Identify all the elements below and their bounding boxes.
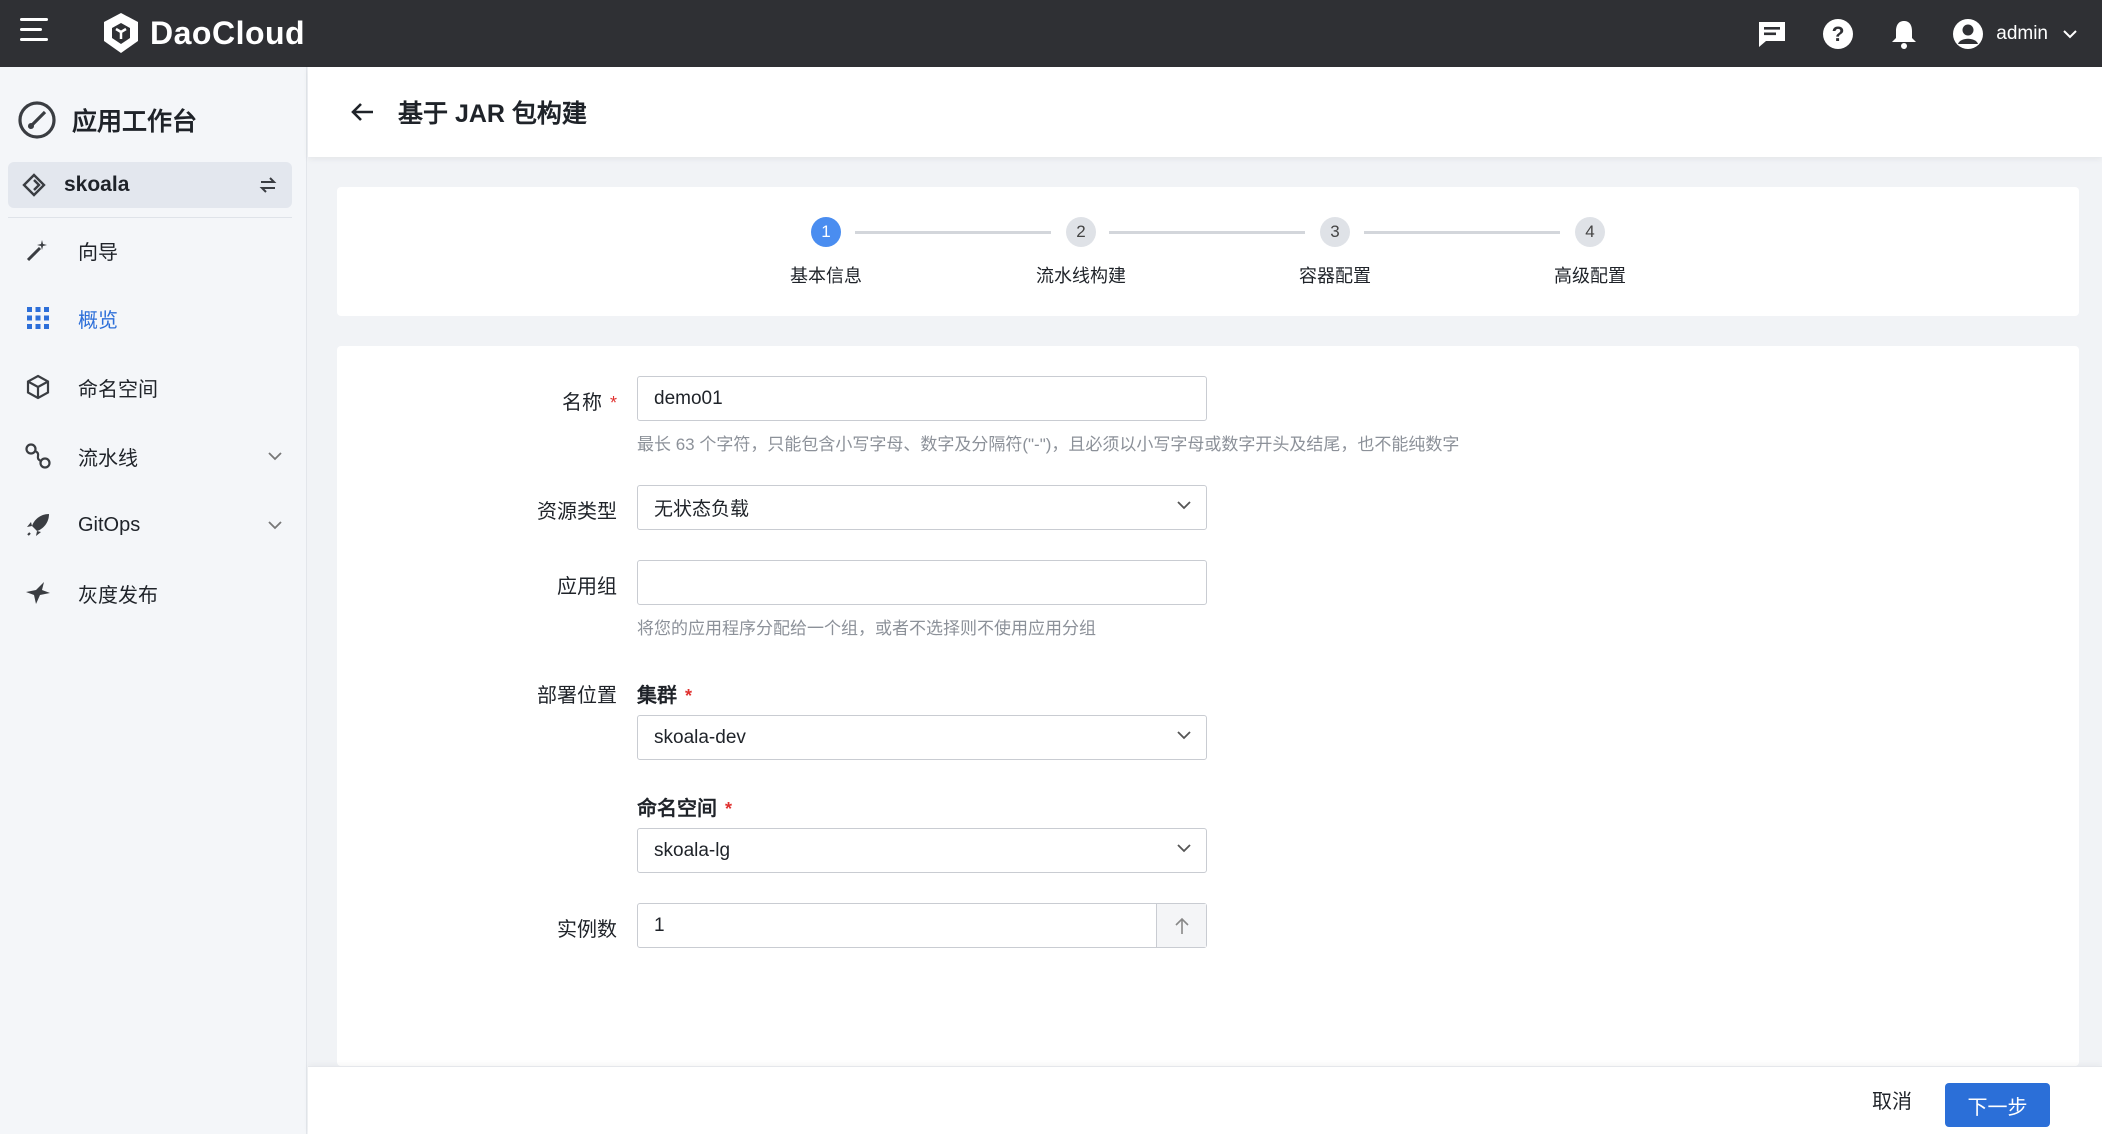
namespace-select[interactable]: skoala-lg: [637, 828, 1207, 873]
sidebar-divider: [8, 217, 292, 218]
grid-icon: [24, 304, 52, 332]
namespace-label-text: 命名空间: [637, 798, 717, 820]
sidebar-item-label: GitOps: [78, 513, 141, 536]
workspace-icon: [22, 173, 46, 197]
resource-type-label: 资源类型: [537, 501, 617, 523]
sidebar-item-wizard[interactable]: 向导: [0, 222, 307, 278]
logo-icon: [104, 13, 138, 53]
namespace-value: skoala-lg: [654, 839, 731, 861]
top-bar: DaoCloud ? admin: [0, 0, 2102, 67]
brand-name: DaoCloud: [150, 14, 306, 51]
step-number: 2: [1066, 217, 1096, 247]
sidebar: 应用工作台 skoala 向导 概览 命名空间 流水线 GitOps 灰度发布: [0, 67, 307, 1134]
rocket-icon: [24, 511, 52, 539]
replicas-label: 实例数: [557, 919, 617, 941]
step-advanced-config: 4 高级配置: [1490, 217, 1690, 288]
sidebar-item-label: 灰度发布: [78, 584, 158, 607]
user-name: admin: [1996, 22, 2048, 44]
step-title: 容器配置: [1299, 266, 1371, 286]
workspace-switcher[interactable]: skoala: [8, 162, 292, 208]
workspace-name: skoala: [64, 173, 130, 196]
sidebar-item-label: 概览: [78, 309, 118, 332]
message-icon[interactable]: [1754, 16, 1790, 52]
cancel-button[interactable]: 取消: [1872, 1085, 1912, 1114]
required-mark: *: [609, 393, 617, 413]
sidebar-item-canary[interactable]: 灰度发布: [0, 565, 307, 621]
cluster-select[interactable]: skoala-dev: [637, 715, 1207, 760]
app-group-label: 应用组: [557, 576, 617, 598]
name-hint: 最长 63 个字符，只能包含小写字母、数字及分隔符("-")，且必须以小写字母或…: [637, 435, 1460, 454]
required-mark: *: [725, 799, 733, 819]
bird-icon: [24, 579, 52, 607]
step-progress: 1 基本信息 2 流水线构建 3 容器配置 4 高级配置: [337, 187, 2079, 316]
resource-type-value: 无状态负载: [654, 499, 750, 520]
cluster-label: 集群 *: [637, 679, 692, 708]
chevron-down-icon: [268, 521, 282, 530]
sidebar-item-overview[interactable]: 概览: [0, 290, 307, 346]
user-avatar-icon: [1953, 18, 1984, 49]
step-title: 基本信息: [790, 266, 862, 286]
next-button[interactable]: 下一步: [1945, 1083, 2050, 1127]
name-label: 名称 *: [457, 386, 617, 415]
step-pipeline-build: 2 流水线构建: [981, 217, 1181, 288]
bell-icon[interactable]: [1886, 16, 1922, 52]
app-title: 应用工作台: [16, 99, 197, 141]
increment-button[interactable]: [1156, 904, 1206, 947]
sidebar-item-gitops[interactable]: GitOps: [0, 497, 307, 553]
name-label-text: 名称: [561, 392, 602, 414]
app-group-input[interactable]: [637, 560, 1207, 605]
step-container-config: 3 容器配置: [1235, 217, 1435, 288]
app-title-text: 应用工作台: [72, 108, 198, 136]
svg-text:?: ?: [1832, 23, 1845, 46]
replicas-stepper[interactable]: 1: [637, 903, 1207, 948]
cube-icon: [24, 373, 52, 401]
chevron-down-icon: [1177, 501, 1191, 510]
step-title: 高级配置: [1554, 266, 1626, 286]
form-footer: 取消 下一步: [308, 1066, 2102, 1134]
workbench-icon: [18, 101, 56, 139]
chevron-down-icon: [1177, 731, 1191, 740]
menu-icon[interactable]: [20, 18, 52, 48]
app-group-hint: 将您的应用程序分配给一个组，或者不选择则不使用应用分组: [637, 619, 1096, 638]
brand-logo[interactable]: DaoCloud: [100, 8, 305, 58]
switch-icon[interactable]: [258, 176, 278, 194]
back-arrow-icon[interactable]: [348, 97, 378, 127]
step-title: 流水线构建: [1036, 266, 1126, 286]
chevron-down-icon: [1177, 844, 1191, 853]
namespace-label: 命名空间 *: [637, 792, 732, 821]
help-icon[interactable]: ?: [1820, 16, 1856, 52]
wand-icon: [24, 236, 52, 264]
name-input[interactable]: demo01: [637, 376, 1207, 421]
chevron-down-icon: [268, 452, 282, 461]
step-number: 4: [1575, 217, 1605, 247]
replicas-value[interactable]: 1: [638, 904, 1156, 947]
chevron-down-icon: [2063, 29, 2077, 38]
sidebar-item-label: 命名空间: [78, 378, 158, 401]
page-header: 基于 JAR 包构建: [308, 67, 2102, 157]
name-input-value: demo01: [654, 387, 723, 409]
cluster-label-text: 集群: [637, 685, 677, 707]
page-title: 基于 JAR 包构建: [398, 100, 587, 128]
sidebar-item-pipeline[interactable]: 流水线: [0, 428, 307, 484]
deploy-location-label: 部署位置: [537, 685, 617, 707]
sidebar-item-namespace[interactable]: 命名空间: [0, 359, 307, 415]
basic-info-form: 名称 * demo01 最长 63 个字符，只能包含小写字母、数字及分隔符("-"…: [337, 346, 2079, 1066]
required-mark: *: [685, 686, 693, 706]
step-basic-info: 1 基本信息: [726, 217, 926, 288]
step-number: 3: [1320, 217, 1350, 247]
cluster-value: skoala-dev: [654, 726, 746, 748]
pipeline-icon: [24, 442, 52, 470]
arrow-up-icon: [1174, 917, 1189, 934]
sidebar-item-label: 流水线: [78, 447, 138, 470]
step-number: 1: [811, 217, 841, 247]
resource-type-select[interactable]: 无状态负载: [637, 485, 1207, 530]
user-menu[interactable]: admin: [1952, 18, 2078, 50]
sidebar-item-label: 向导: [78, 241, 118, 264]
